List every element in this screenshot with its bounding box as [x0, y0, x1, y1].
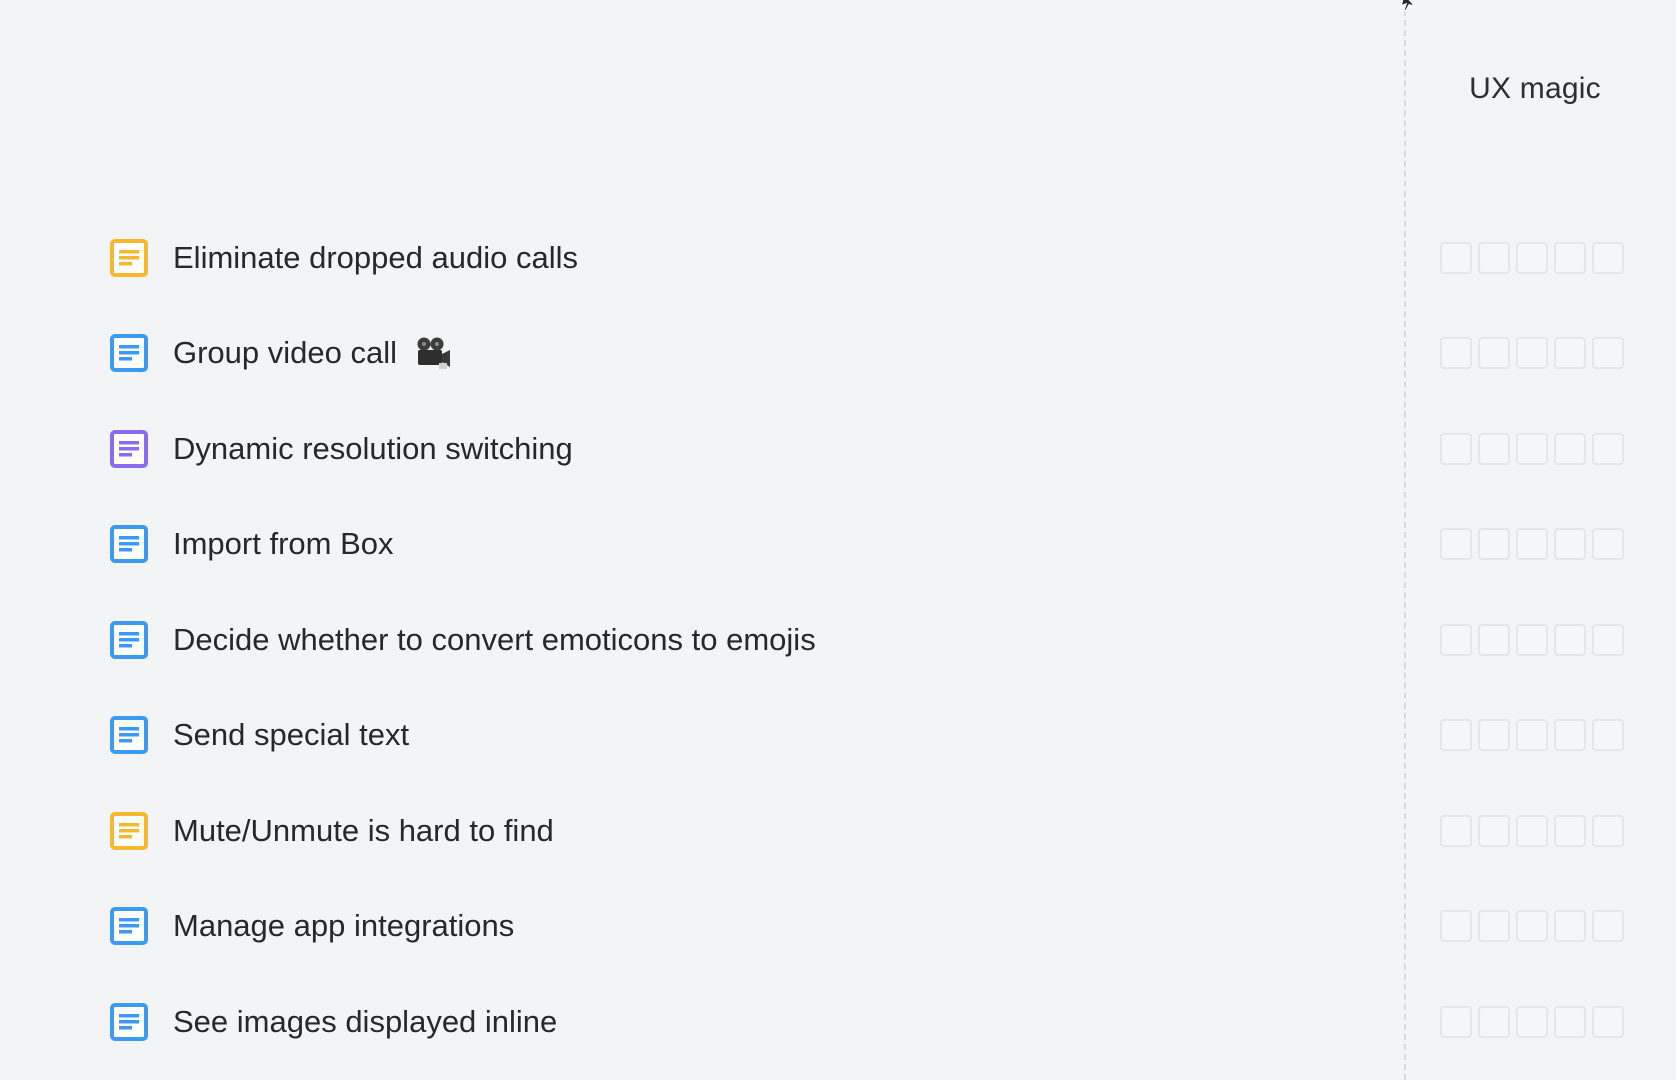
rating-row — [1440, 879, 1640, 975]
rating-box[interactable] — [1516, 814, 1548, 847]
rating-box[interactable] — [1554, 719, 1586, 752]
list-item[interactable]: Mute/Unmute is hard to find — [110, 783, 1370, 879]
list-item[interactable]: Eliminate dropped audio calls — [110, 210, 1370, 306]
rating-box[interactable] — [1516, 241, 1548, 274]
document-icon — [110, 1002, 148, 1041]
list-item-label: Group video call — [173, 335, 398, 371]
list-item-label: Mute/Unmute is hard to find — [173, 812, 554, 848]
list-item[interactable]: Manage app integrations — [110, 879, 1370, 975]
rating-box[interactable] — [1592, 910, 1624, 943]
rating-box[interactable] — [1440, 814, 1472, 847]
rating-box[interactable] — [1478, 814, 1510, 847]
document-icon — [110, 620, 148, 659]
rating-box[interactable] — [1554, 432, 1586, 465]
rating-box[interactable] — [1554, 814, 1586, 847]
rating-box[interactable] — [1592, 814, 1624, 847]
rating-box[interactable] — [1440, 623, 1472, 656]
item-list: Eliminate dropped audio calls Group video… — [110, 210, 1370, 1070]
rating-box[interactable] — [1440, 910, 1472, 943]
rating-row — [1440, 497, 1640, 593]
list-item-label: Eliminate dropped audio calls — [173, 239, 578, 275]
document-icon — [110, 334, 148, 373]
rating-row — [1440, 401, 1640, 497]
rating-box[interactable] — [1440, 241, 1472, 274]
rating-box[interactable] — [1516, 623, 1548, 656]
rating-box[interactable] — [1478, 910, 1510, 943]
document-icon — [110, 907, 148, 946]
list-item-label: Dynamic resolution switching — [173, 430, 573, 466]
rating-box[interactable] — [1554, 241, 1586, 274]
document-icon — [110, 238, 148, 277]
rating-box[interactable] — [1440, 1005, 1472, 1038]
rating-box[interactable] — [1440, 432, 1472, 465]
list-item[interactable]: See images displayed inline — [110, 974, 1370, 1070]
list-item-label: Send special text — [173, 717, 410, 753]
rating-box[interactable] — [1516, 432, 1548, 465]
rating-row — [1440, 592, 1640, 688]
rating-box[interactable] — [1554, 337, 1586, 370]
rating-box[interactable] — [1554, 623, 1586, 656]
rating-box[interactable] — [1554, 910, 1586, 943]
rating-box[interactable] — [1592, 1005, 1624, 1038]
rating-row — [1440, 974, 1640, 1070]
list-item[interactable]: Send special text — [110, 688, 1370, 784]
rating-box[interactable] — [1478, 528, 1510, 561]
list-item-label: Import from Box — [173, 526, 394, 562]
movie-camera-icon — [415, 336, 451, 370]
rating-box[interactable] — [1554, 528, 1586, 561]
rating-box[interactable] — [1478, 241, 1510, 274]
list-item-label: Manage app integrations — [173, 908, 515, 944]
rating-box[interactable] — [1592, 528, 1624, 561]
rating-box[interactable] — [1516, 910, 1548, 943]
rating-box[interactable] — [1478, 719, 1510, 752]
rating-row — [1440, 306, 1640, 402]
rating-box[interactable] — [1516, 528, 1548, 561]
list-item-label: Decide whether to convert emoticons to e… — [173, 621, 816, 657]
column-header-ux-magic[interactable]: UX magic — [1430, 72, 1640, 106]
document-icon — [110, 429, 148, 468]
rating-box[interactable] — [1592, 241, 1624, 274]
document-icon — [110, 525, 148, 564]
rating-box[interactable] — [1478, 432, 1510, 465]
rating-box[interactable] — [1592, 337, 1624, 370]
list-item[interactable]: Import from Box — [110, 497, 1370, 593]
rating-row — [1440, 210, 1640, 306]
document-icon — [110, 716, 148, 755]
rating-box[interactable] — [1516, 719, 1548, 752]
mouse-cursor-icon — [1396, 0, 1418, 13]
rating-box[interactable] — [1478, 1005, 1510, 1038]
rating-box[interactable] — [1516, 1005, 1548, 1038]
document-icon — [110, 811, 148, 850]
rating-box[interactable] — [1440, 528, 1472, 561]
rating-box[interactable] — [1440, 719, 1472, 752]
rating-box[interactable] — [1592, 432, 1624, 465]
rating-box[interactable] — [1592, 719, 1624, 752]
rating-box[interactable] — [1478, 337, 1510, 370]
rating-box[interactable] — [1440, 337, 1472, 370]
rating-box[interactable] — [1516, 337, 1548, 370]
rating-row — [1440, 783, 1640, 879]
list-item[interactable]: Dynamic resolution switching — [110, 401, 1370, 497]
rating-box[interactable] — [1478, 623, 1510, 656]
list-item[interactable]: Group video call — [110, 306, 1370, 402]
rating-column — [1440, 210, 1640, 1070]
column-divider — [1404, 0, 1406, 1080]
rating-box[interactable] — [1554, 1005, 1586, 1038]
rating-box[interactable] — [1592, 623, 1624, 656]
rating-row — [1440, 688, 1640, 784]
list-item-label: See images displayed inline — [173, 1003, 558, 1039]
list-item[interactable]: Decide whether to convert emoticons to e… — [110, 592, 1370, 688]
